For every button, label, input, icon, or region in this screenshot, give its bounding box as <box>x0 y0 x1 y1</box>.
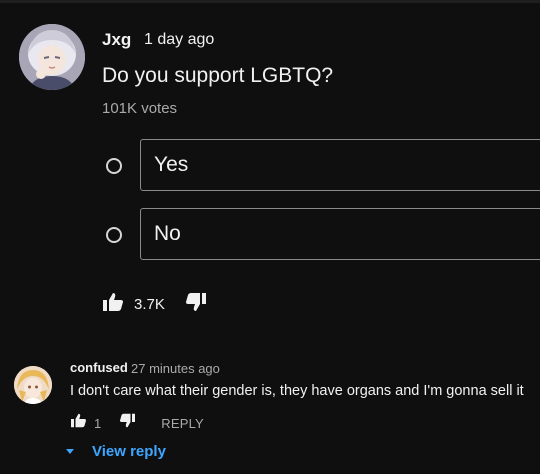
view-reply-button[interactable]: View reply <box>66 443 166 460</box>
thumbs-up-icon[interactable] <box>102 292 124 317</box>
poll-option-label: No <box>154 222 181 245</box>
poll-option-label: Yes <box>154 153 189 176</box>
thumbs-down-icon[interactable] <box>185 292 207 317</box>
commenter-avatar[interactable] <box>14 366 52 404</box>
author-avatar[interactable] <box>19 24 85 90</box>
comment-like-count: 1 <box>94 415 102 431</box>
community-poll-post: Jxg 1 day ago Do you support LGBTQ? 101K… <box>0 0 540 345</box>
poll-option-no[interactable]: No <box>140 208 540 260</box>
comment-author-name[interactable]: confused <box>70 360 128 375</box>
comment-timestamp[interactable]: 27 minutes ago <box>131 361 220 376</box>
comment-action-bar: 1 REPLY <box>70 413 204 433</box>
post-timestamp[interactable]: 1 day ago <box>144 31 214 49</box>
post-author-name[interactable]: Jxg <box>102 30 131 50</box>
radio-icon[interactable] <box>106 227 122 243</box>
poll-vote-count: 101K votes <box>102 100 178 117</box>
thumbs-up-icon[interactable] <box>70 413 87 433</box>
caret-down-icon <box>66 449 74 454</box>
poll-option-yes[interactable]: Yes <box>140 139 540 191</box>
thumbs-down-icon[interactable] <box>119 413 136 433</box>
poll-question: Do you support LGBTQ? <box>102 64 334 87</box>
post-like-bar: 3.7K <box>102 292 207 316</box>
radio-icon[interactable] <box>106 158 122 174</box>
reply-button[interactable]: REPLY <box>161 416 204 431</box>
comment-text: I don't care what their gender is, they … <box>70 383 524 399</box>
view-reply-label: View reply <box>92 443 166 460</box>
post-like-count: 3.7K <box>134 295 165 313</box>
